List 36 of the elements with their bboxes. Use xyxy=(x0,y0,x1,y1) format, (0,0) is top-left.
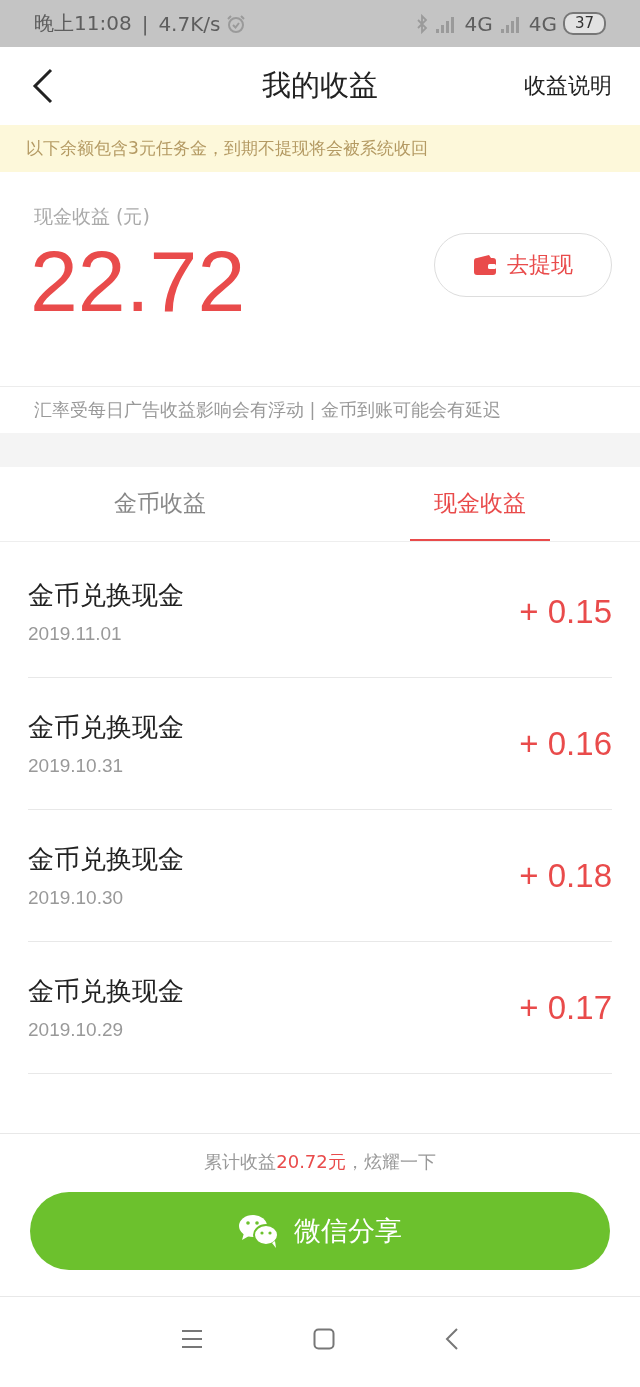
withdraw-button[interactable]: 去提现 xyxy=(434,233,612,297)
bluetooth-icon xyxy=(416,13,429,34)
tab[interactable]: 金币收益 xyxy=(90,467,230,541)
record-title: 金币兑换现金 xyxy=(28,711,184,744)
status-time: 晚上11:08 xyxy=(34,10,132,37)
battery-indicator: 37 xyxy=(562,12,606,35)
chat-bubbles-icon xyxy=(238,1213,280,1249)
alarm-icon xyxy=(226,13,247,34)
wallet-icon xyxy=(473,254,497,276)
record-amount: + 0.15 xyxy=(519,592,612,631)
menu-icon[interactable] xyxy=(181,1329,203,1349)
record-title: 金币兑换现金 xyxy=(28,975,184,1008)
record-title: 金币兑换现金 xyxy=(28,843,184,876)
record-title: 金币兑换现金 xyxy=(28,579,184,612)
network-type: 4G xyxy=(464,11,493,36)
balance-amount: 22.72 xyxy=(30,238,246,324)
hint-text: 汇率受每日广告收益影响会有浮动 | 金币到账可能会有延迟 xyxy=(33,399,503,422)
record-amount: + 0.16 xyxy=(519,724,612,763)
wechat-share-button[interactable]: 微信分享 xyxy=(30,1192,610,1270)
notice-banner: 以下余额包含3元任务金，到期不提现将会被系统收回 xyxy=(0,125,640,172)
record-date: 2019.10.31 xyxy=(28,755,125,777)
record-amount: + 0.18 xyxy=(519,856,612,895)
network-type: 4G xyxy=(528,11,557,36)
balance-label: 现金收益 (元) xyxy=(34,204,151,229)
home-icon[interactable] xyxy=(313,1328,335,1350)
page-title: 我的收益 xyxy=(261,67,379,104)
status-separator: | xyxy=(141,11,149,36)
tab[interactable]: 现金收益 xyxy=(410,467,550,541)
record-date: 2019.10.29 xyxy=(28,1019,125,1041)
summary-text: 累计收益20.72元，炫耀一下 xyxy=(204,1150,436,1174)
record-date: 2019.11.01 xyxy=(28,623,123,645)
back-icon[interactable] xyxy=(32,68,54,104)
record-date: 2019.10.30 xyxy=(28,887,125,909)
network-speed: 4.7K/s xyxy=(158,11,221,36)
earnings-info-link[interactable]: 收益说明 xyxy=(524,71,612,101)
record-amount: + 0.17 xyxy=(519,988,612,1027)
